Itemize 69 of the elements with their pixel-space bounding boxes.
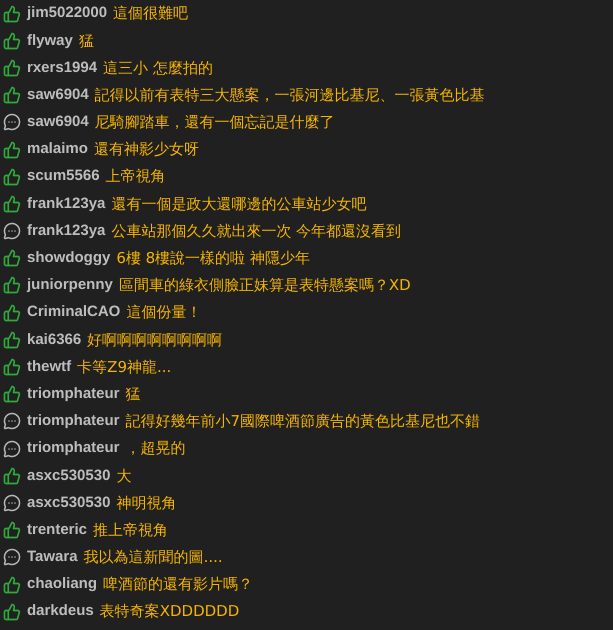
username: chaoliang — [27, 574, 98, 594]
thumbs-up-icon — [3, 330, 21, 349]
comment-text: 啤酒節的還有影片嗎？ — [103, 574, 254, 596]
username: kai6366 — [27, 330, 82, 350]
username: jim5022000 — [27, 3, 108, 24]
comment-text: 我以為這新聞的圖.... — [84, 547, 223, 568]
comment-text: 這三小 怎麼拍的 — [103, 58, 213, 79]
thumbs-up-icon — [3, 358, 21, 376]
username: asxc530530 — [27, 466, 110, 486]
username: triomphateur — [27, 438, 120, 458]
thumbs-up-icon — [3, 140, 21, 159]
thumbs-up-icon — [3, 4, 21, 23]
thumbs-up-icon — [3, 304, 21, 322]
comment-text: ，超晃的 — [126, 438, 186, 460]
comment-text: 好啊啊啊啊啊啊啊啊 — [87, 330, 222, 351]
username: triomphateur — [27, 411, 120, 432]
thumbs-up-icon — [3, 32, 21, 50]
username: rxers1994 — [27, 58, 98, 78]
thumbs-up-icon — [3, 58, 21, 77]
thumbs-up-icon — [3, 466, 21, 485]
comment-text: 表特奇案XDDDDDD — [100, 601, 240, 622]
username: trenteric — [27, 520, 88, 540]
speech-bubble-icon — [3, 494, 21, 512]
speech-bubble-icon — [3, 412, 21, 430]
username: CriminalCAO — [27, 302, 120, 322]
username: triomphateur — [27, 384, 120, 404]
speech-bubble-icon — [3, 113, 21, 132]
speech-bubble-icon — [3, 222, 21, 240]
thumbs-up-icon — [3, 194, 21, 213]
thumbs-up-icon — [3, 602, 21, 621]
comment-text: 推上帝視角 — [93, 520, 168, 541]
comment-text: 猛 — [78, 30, 94, 52]
comment-text: 卡等Z9神龍... — [77, 356, 172, 378]
speech-bubble-icon — [3, 440, 21, 458]
comment-text: 猛 — [126, 384, 141, 405]
thumbs-up-icon — [3, 86, 21, 104]
comment-text: 這個很難吧 — [113, 3, 188, 24]
comment-text: 還有一個是政大還哪邊的公車站少女吧 — [111, 194, 366, 215]
username: thewtf — [27, 356, 72, 377]
thumbs-up-icon — [3, 521, 21, 540]
username: frank123ya — [27, 220, 106, 241]
username: juniorpenny — [27, 275, 113, 296]
username: frank123ya — [27, 194, 106, 214]
username: showdoggy — [27, 248, 110, 268]
thumbs-up-icon — [3, 168, 21, 186]
thumbs-up-icon — [3, 276, 21, 294]
comment-text: 神明視角 — [116, 492, 176, 514]
thumbs-up-icon — [3, 576, 21, 594]
username: scum5566 — [27, 166, 100, 186]
username: saw6904 — [27, 84, 89, 105]
comment-text: 這個份量！ — [126, 302, 202, 324]
comment-text: 上帝視角 — [106, 166, 166, 188]
comment-text: 記得好幾年前小7國際啤酒節廣告的黃色比基尼也不錯 — [126, 411, 480, 432]
comment-text: 還有神影少女呀 — [94, 139, 199, 160]
username: saw6904 — [27, 112, 89, 132]
comment-text: 6樓 8樓說一樣的啦 神隱少年 — [116, 248, 310, 270]
comment-text: 大 — [116, 466, 132, 487]
comment-text: 公車站那個久久就出來一次 今年都還沒看到 — [111, 220, 402, 242]
username: malaimo — [27, 139, 88, 160]
username: darkdeus — [27, 601, 94, 622]
thumbs-up-icon — [3, 249, 21, 268]
thumbs-up-icon — [3, 385, 21, 404]
username: Tawara — [27, 547, 78, 568]
comment-text: 區間車的綠衣側臉正妹算是表特懸案嗎？XD — [118, 275, 411, 296]
comment-text: 記得以前有表特三大懸案，一張河邊比基尼、一張黃色比基 — [94, 84, 485, 106]
username: asxc530530 — [27, 492, 110, 513]
comment-text: 尼騎腳踏車，還有一個忘記是什麼了 — [94, 112, 335, 134]
speech-bubble-icon — [3, 548, 21, 566]
username: flyway — [27, 30, 73, 51]
